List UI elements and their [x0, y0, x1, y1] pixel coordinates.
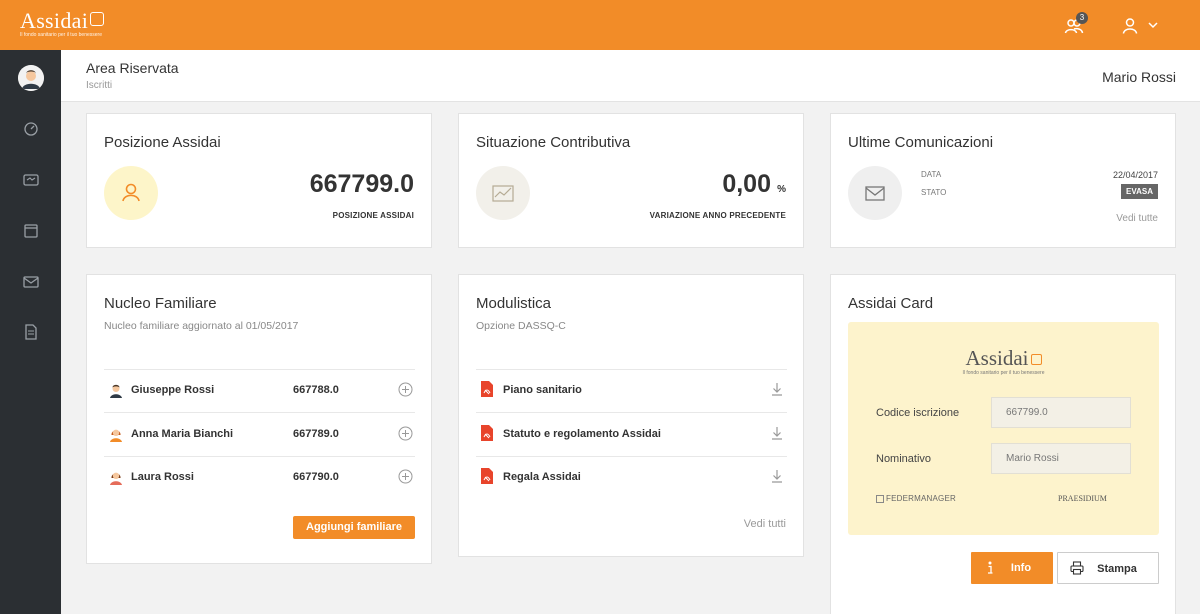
- membership-card: Assidai Il fondo sanitario per il tuo be…: [848, 322, 1159, 535]
- variation-unit: %: [777, 184, 786, 195]
- divider: [104, 456, 415, 457]
- user-name: Mario Rossi: [1102, 69, 1176, 85]
- partner2-text: PRAESIDIUM: [1058, 494, 1107, 503]
- code-field: 667799.0: [991, 397, 1131, 428]
- user-icon[interactable]: [1121, 16, 1141, 36]
- plus-circle-icon[interactable]: [398, 382, 413, 397]
- card-situazione: Situazione Contributiva 0,00 % VARIAZION…: [458, 113, 804, 248]
- card-logo: Assidai Il fondo sanitario per il tuo be…: [848, 346, 1159, 376]
- chevron-down-icon[interactable]: [1147, 18, 1159, 32]
- user-circle: [104, 166, 158, 220]
- member-name: Giuseppe Rossi: [131, 384, 215, 396]
- download-icon[interactable]: [770, 468, 784, 484]
- name-label: Nominativo: [876, 453, 932, 465]
- card-posizione: Posizione Assidai 667799.0 POSIZIONE ASS…: [86, 113, 432, 248]
- card-comunicazioni: Ultime Comunicazioni DATA 22/04/2017 STA…: [830, 113, 1176, 248]
- document-icon[interactable]: [22, 323, 40, 341]
- info-button-label: Info: [1010, 562, 1032, 574]
- federmanager-mark-icon: [876, 494, 884, 503]
- info-icon: [988, 561, 993, 574]
- info-button[interactable]: Info: [971, 552, 1053, 584]
- pdf-icon: [481, 381, 493, 397]
- pdf-icon: [481, 425, 493, 441]
- status-badge: EVASA: [1121, 184, 1158, 199]
- add-family-member-button[interactable]: Aggiungi familiare: [293, 516, 415, 539]
- see-all-link[interactable]: Vedi tutti: [744, 518, 786, 530]
- doc-name[interactable]: Regala Assidai: [503, 471, 581, 483]
- card-title: Posizione Assidai: [104, 134, 221, 151]
- card-title: Modulistica: [476, 295, 552, 312]
- person-female-icon: [110, 429, 122, 442]
- person-male-icon: [110, 384, 122, 398]
- sidebar: [0, 50, 61, 614]
- variation-label: VARIAZIONE ANNO PRECEDENTE: [649, 211, 786, 220]
- divider: [476, 456, 787, 457]
- partner-logo-federmanager: FEDERMANAGER: [876, 494, 956, 503]
- doc-name[interactable]: Statuto e regolamento Assidai: [503, 428, 661, 440]
- avatar[interactable]: [18, 65, 44, 91]
- print-button-label: Stampa: [1097, 563, 1137, 575]
- member-code: 667790.0: [293, 471, 339, 483]
- wallet-icon[interactable]: [22, 171, 40, 189]
- position-value: 667799.0: [309, 170, 414, 198]
- mail-icon[interactable]: [22, 273, 40, 291]
- mail-icon: [865, 186, 885, 201]
- pdf-icon: [481, 468, 493, 484]
- date-label: DATA: [921, 170, 942, 179]
- logo-text: Assidai: [20, 8, 89, 33]
- partner-logo-praesidium: PRAESIDIUM: [1058, 494, 1107, 503]
- card-subtitle: Nucleo familiare aggiornato al 01/05/201…: [104, 320, 299, 332]
- page-header: Area Riservata Iscritti Mario Rossi: [61, 50, 1200, 102]
- card-title: Ultime Comunicazioni: [848, 134, 994, 151]
- printer-icon: [1070, 561, 1084, 575]
- code-label: Codice iscrizione: [876, 407, 960, 419]
- user-icon: [122, 183, 140, 202]
- card-modulistica: Modulistica Opzione DASSQ-C Piano sanita…: [458, 274, 804, 557]
- logo-tagline: Il fondo sanitario per il tuo benessere: [20, 32, 102, 38]
- print-button[interactable]: Stampa: [1057, 552, 1159, 584]
- member-code: 667789.0: [293, 428, 339, 440]
- mail-circle: [848, 166, 902, 220]
- card-title: Situazione Contributiva: [476, 134, 631, 151]
- brand-logo[interactable]: Assidai Il fondo sanitario per il tuo be…: [20, 8, 105, 38]
- card-subtitle: Opzione DASSQ-C: [476, 320, 566, 332]
- page-subtitle: Iscritti: [86, 80, 113, 91]
- variation-value: 0,00: [722, 170, 771, 198]
- archive-icon[interactable]: [22, 222, 40, 240]
- divider: [476, 412, 787, 413]
- see-all-link[interactable]: Vedi tutte: [1116, 213, 1158, 224]
- card-title: Assidai Card: [848, 295, 934, 312]
- page-title: Area Riservata: [86, 60, 179, 76]
- member-name: Anna Maria Bianchi: [131, 428, 234, 440]
- card-assidai: Assidai Card Assidai Il fondo sanitario …: [830, 274, 1176, 614]
- person-female-icon: [110, 472, 122, 485]
- divider: [104, 412, 415, 413]
- notification-badge: 3: [1076, 12, 1088, 24]
- position-label: POSIZIONE ASSIDAI: [332, 211, 414, 220]
- plus-circle-icon[interactable]: [398, 426, 413, 441]
- status-label: STATO: [921, 188, 947, 197]
- name-field: Mario Rossi: [991, 443, 1131, 474]
- card-logo-text: Assidai: [965, 346, 1029, 370]
- chart-circle: [476, 166, 530, 220]
- download-icon[interactable]: [770, 381, 784, 397]
- divider: [476, 369, 787, 370]
- member-name: Laura Rossi: [131, 471, 194, 483]
- top-bar: Assidai Il fondo sanitario per il tuo be…: [0, 0, 1200, 50]
- card-logo-tagline: Il fondo sanitario per il tuo benessere: [962, 370, 1045, 376]
- date-value: 22/04/2017: [1112, 170, 1158, 180]
- logo-mark-icon: [90, 12, 105, 26]
- logo-mark-icon: [1030, 354, 1042, 365]
- partner1-text: FEDERMANAGER: [886, 494, 956, 503]
- card-nucleo: Nucleo Familiare Nucleo familiare aggior…: [86, 274, 432, 564]
- plus-circle-icon[interactable]: [398, 469, 413, 484]
- download-icon[interactable]: [770, 425, 784, 441]
- doc-name[interactable]: Piano sanitario: [503, 384, 582, 396]
- divider: [104, 369, 415, 370]
- chart-icon: [492, 185, 514, 202]
- card-title: Nucleo Familiare: [104, 295, 217, 312]
- dashboard-icon[interactable]: [22, 120, 40, 138]
- member-code: 667788.0: [293, 384, 339, 396]
